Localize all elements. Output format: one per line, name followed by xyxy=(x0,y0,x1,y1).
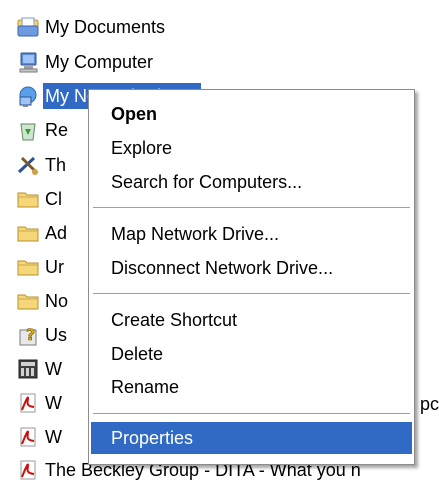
tree-item-pdf[interactable]: W xyxy=(14,422,64,452)
tree-item-pdf[interactable]: W xyxy=(14,388,64,418)
menu-item-label: Disconnect Network Drive... xyxy=(111,257,334,278)
menu-item-label: Explore xyxy=(111,137,173,158)
my-documents-icon xyxy=(14,14,42,40)
network-places-icon xyxy=(14,83,42,109)
tree-item-label: W xyxy=(45,359,62,379)
menu-item-label: Properties xyxy=(111,427,194,448)
folder-icon xyxy=(14,220,42,246)
menu-item-label: Open xyxy=(111,103,158,124)
svg-text:?: ? xyxy=(26,325,35,344)
partial-item-text: pc xyxy=(420,394,439,414)
menu-item-explore[interactable]: Explore xyxy=(91,132,412,164)
tree-item-my-documents[interactable]: My Documents xyxy=(14,12,167,42)
folder-icon xyxy=(14,254,42,280)
menu-separator xyxy=(93,413,410,415)
tree-item-my-computer[interactable]: My Computer xyxy=(14,47,155,77)
tools-icon xyxy=(14,152,42,178)
menu-item-label: Create Shortcut xyxy=(111,309,238,330)
menu-item-search-for-computers[interactable]: Search for Computers... xyxy=(91,166,412,198)
tree-item-label: Re xyxy=(45,120,69,140)
menu-item-delete[interactable]: Delete xyxy=(91,338,412,370)
menu-item-properties[interactable]: Properties xyxy=(91,422,412,454)
menu-item-map-network-drive[interactable]: Map Network Drive... xyxy=(91,218,412,250)
tree-item-label: Us xyxy=(45,325,67,345)
tree-item-label: No xyxy=(45,291,69,311)
tree-item-recycle-bin[interactable]: Re xyxy=(14,115,70,145)
menu-separator xyxy=(93,207,410,209)
folder-icon xyxy=(14,186,42,212)
tree-item-tools[interactable]: Th xyxy=(14,150,68,180)
app-window-icon xyxy=(14,356,42,382)
tree-item-label: Ur xyxy=(45,257,64,277)
menu-item-create-shortcut[interactable]: Create Shortcut xyxy=(91,304,412,336)
tree-item-label: Th xyxy=(45,155,67,175)
help-icon: ? xyxy=(14,322,42,348)
menu-item-disconnect-network-drive[interactable]: Disconnect Network Drive... xyxy=(91,252,412,284)
menu-item-label: Rename xyxy=(111,376,180,397)
tree-item-folder[interactable]: No xyxy=(14,286,70,316)
menu-item-open[interactable]: Open xyxy=(91,98,412,130)
pdf-icon xyxy=(14,424,42,450)
menu-separator xyxy=(93,293,410,295)
recycle-bin-icon xyxy=(14,117,42,143)
menu-item-label: Map Network Drive... xyxy=(111,223,280,244)
menu-item-label: Delete xyxy=(111,343,164,364)
tree-item-label: Ad xyxy=(45,223,68,243)
tree-item-folder[interactable]: Ad xyxy=(14,218,69,248)
tree-item-folder[interactable]: Ur xyxy=(14,252,66,282)
menu-item-label: Search for Computers... xyxy=(111,171,303,192)
tree-item-help[interactable]: ? Us xyxy=(14,320,69,350)
tree-item-label: My Documents xyxy=(45,17,166,37)
my-computer-icon xyxy=(14,49,42,75)
tree-item-label: W xyxy=(45,393,62,413)
tree-item-label: W xyxy=(45,427,62,447)
pdf-icon xyxy=(14,457,42,483)
tree-item-app[interactable]: W xyxy=(14,354,64,384)
tree-item-label: Cl xyxy=(45,189,62,209)
context-menu: Open Explore Search for Computers... Map… xyxy=(88,89,415,465)
menu-item-rename[interactable]: Rename xyxy=(91,371,412,403)
tree-item-folder[interactable]: Cl xyxy=(14,184,64,214)
tree-item-label: My Computer xyxy=(45,52,154,72)
pdf-icon xyxy=(14,390,42,416)
folder-icon xyxy=(14,288,42,314)
